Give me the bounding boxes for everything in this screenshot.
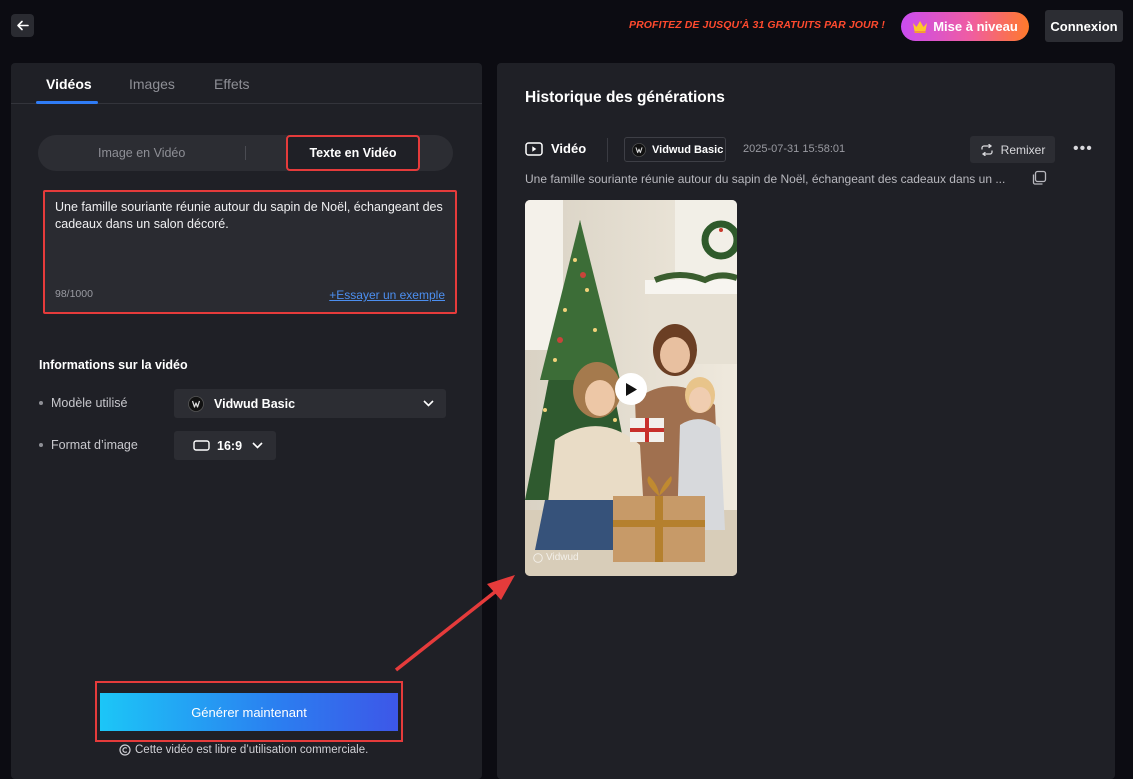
model-chip-label: Vidwud Basic — [652, 143, 724, 156]
remix-button[interactable]: Remixer — [970, 136, 1055, 163]
license-note: Cette vidéo est libre d’utilisation comm… — [119, 744, 368, 756]
mode-text-to-video[interactable]: Texte en Vidéo — [286, 135, 420, 171]
mode-image-to-video[interactable]: Image en Vidéo — [98, 146, 185, 160]
format-select[interactable]: 16:9 — [174, 431, 276, 460]
generation-panel: Vidéos Images Effets Image en Vidéo Text… — [11, 63, 482, 779]
top-bar: PROFITEZ DE JUSQU'À 31 GRATUITS PAR JOUR… — [0, 0, 1133, 52]
vidwud-logo-icon — [188, 395, 204, 412]
play-icon — [626, 382, 637, 396]
model-select[interactable]: Vidwud Basic — [174, 389, 446, 418]
copyright-icon — [119, 744, 131, 756]
watermark-text: Vidwud — [546, 552, 579, 563]
media-type-label: Vidéo — [551, 141, 587, 156]
video-thumbnail[interactable]: Vidwud — [525, 200, 737, 576]
upgrade-button[interactable]: Mise à niveau — [901, 12, 1029, 41]
active-tab-indicator — [36, 101, 98, 104]
license-note-text: Cette vidéo est libre d’utilisation comm… — [135, 744, 369, 756]
promo-text: PROFITEZ DE JUSQU'À 31 GRATUITS PAR JOUR… — [629, 19, 885, 31]
bullet-dot — [39, 443, 43, 447]
history-panel: Historique des générations Vidéo Vidwud … — [497, 63, 1115, 779]
watermark: Vidwud — [533, 552, 579, 563]
generation-timestamp: 2025-07-31 15:58:01 — [743, 143, 846, 155]
meta-divider — [607, 138, 608, 162]
generate-highlight: Générer maintenant — [95, 681, 403, 742]
history-meta-row: Vidéo Vidwud Basic 2025-07-31 15:58:01 R… — [525, 136, 1095, 164]
history-prompt-preview: Une famille souriante réunie autour du s… — [525, 172, 1006, 186]
aspect-ratio-icon — [193, 440, 210, 451]
history-title: Historique des générations — [525, 89, 725, 106]
watermark-logo-icon — [533, 552, 543, 563]
prompt-input[interactable]: Une famille souriante réunie autour du s… — [43, 190, 457, 314]
remix-label: Remixer — [1000, 142, 1046, 157]
tab-bar: Vidéos Images Effets — [11, 63, 482, 104]
bullet-dot — [39, 401, 43, 405]
prompt-text[interactable]: Une famille souriante réunie autour du s… — [55, 199, 447, 233]
back-button[interactable] — [11, 14, 34, 37]
video-info-heading: Informations sur la vidéo — [39, 358, 188, 372]
mode-divider — [245, 146, 246, 160]
tab-videos[interactable]: Vidéos — [46, 76, 92, 92]
copy-icon[interactable] — [1031, 170, 1047, 186]
mode-switch: Image en Vidéo Texte en Vidéo — [38, 135, 453, 171]
vidwud-logo-icon — [632, 142, 646, 157]
char-count: 98/1000 — [55, 288, 93, 300]
media-type: Vidéo — [525, 141, 586, 156]
back-arrow-icon — [17, 20, 29, 31]
login-button[interactable]: Connexion — [1045, 10, 1123, 42]
more-options-icon[interactable]: ••• — [1073, 140, 1093, 158]
generate-button[interactable]: Générer maintenant — [100, 693, 398, 731]
try-example-link[interactable]: +Essayer un exemple — [329, 288, 445, 302]
tab-effects[interactable]: Effets — [214, 76, 250, 92]
video-icon — [525, 141, 543, 156]
tab-images[interactable]: Images — [129, 76, 175, 92]
format-label: Format d’image — [39, 438, 138, 452]
upgrade-label: Mise à niveau — [933, 19, 1018, 34]
play-button[interactable] — [615, 373, 647, 405]
format-select-value: 16:9 — [217, 438, 243, 453]
model-chip: Vidwud Basic — [624, 137, 726, 162]
model-label-text: Modèle utilisé — [51, 396, 128, 410]
chevron-down-icon — [423, 400, 434, 407]
format-label-text: Format d’image — [51, 438, 138, 452]
crown-icon — [913, 21, 928, 33]
model-label: Modèle utilisé — [39, 396, 127, 410]
remix-icon — [981, 143, 993, 156]
model-select-value: Vidwud Basic — [214, 396, 296, 411]
chevron-down-icon — [252, 442, 263, 449]
